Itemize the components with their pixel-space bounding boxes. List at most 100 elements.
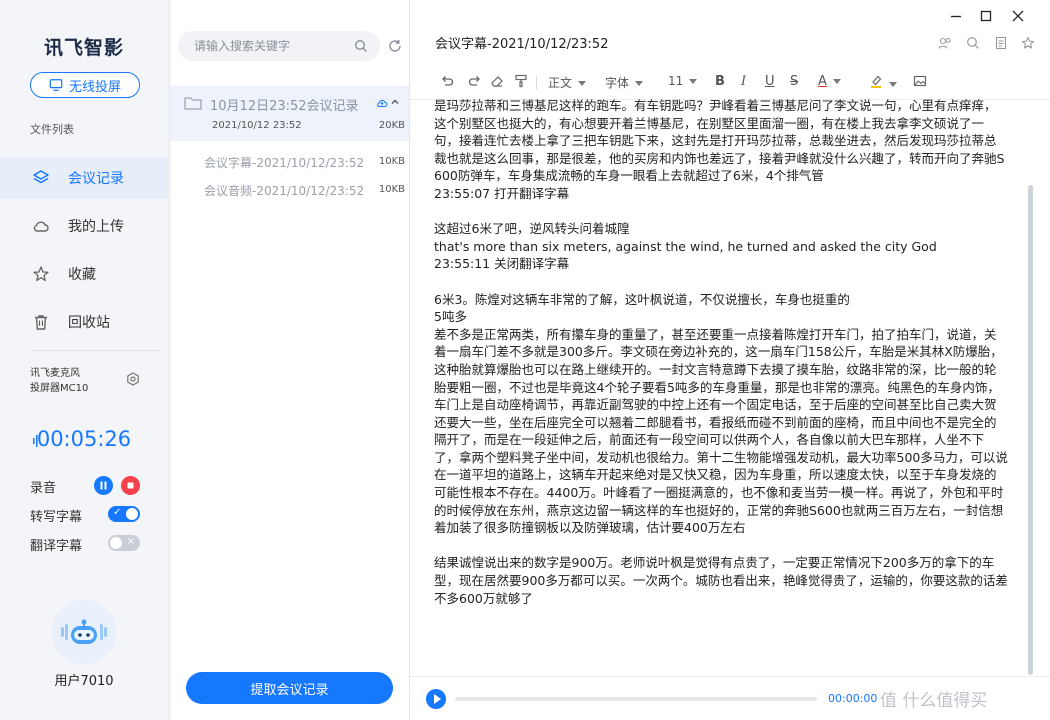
check-icon: ✓ [113,507,122,518]
nav-item-meeting-records[interactable]: 会议记录 [0,157,168,199]
text-line: 这个别墅区也挺大的，有心想要开着兰博基尼，在别墅区里面溜一圈，有在楼上我去拿李文… [434,115,985,131]
timestamp-line: 23:55:11 关闭翻译字幕 [434,256,570,272]
username: 用户7010 [54,674,114,689]
search-icon[interactable] [354,39,368,53]
search-icon[interactable] [966,36,980,50]
underline-button[interactable]: U [765,74,775,89]
cloud-upload-icon[interactable] [376,97,388,109]
scrollbar[interactable] [1028,185,1033,675]
eraser-icon [491,76,503,87]
font-value: 字体 [605,76,630,90]
editor-panel: 会议字幕-2021/10/12/23:52 正文 字体 11 B I U S A… [410,0,1050,720]
folder-icon [184,97,202,110]
watermark: 值 什么值得买 [880,691,988,711]
text-line: 句，接着连忙去楼上拿了三把车钥匙下来，这封先是打开玛莎拉蒂，总裁坐进去，然后发现… [434,133,997,149]
text-line: 车门上是自动座椅调节，再靠近副驾驶的中控上还有一个固定电话，至于后座的空间甚至比… [434,397,997,413]
transcribe-toggle[interactable]: ✓ [108,506,140,522]
close-icon[interactable] [1010,8,1026,24]
text-line: 结果诚惶说出来的数字是900万。老师说叶枫是觉得有点贵了，一定要正常情况下200… [434,555,995,571]
minimize-icon[interactable] [948,8,964,24]
playback-time: 00:00:00 [828,692,878,705]
subtitle-content[interactable]: 是玛莎拉蒂和三博基尼这样的跑车。有车钥匙吗？尹峰看着三博基尼问了李文说一句，心里… [434,97,1030,675]
playback-progress[interactable] [455,697,817,701]
bold-button[interactable]: B [715,74,725,89]
folder-size: 20KB [378,120,405,131]
star-icon[interactable] [1021,36,1035,50]
text-line: 型，现在居然要900多万都可以买。一次两个。城防也看出来，艳峰觉得贵了，运输的，… [434,573,1008,589]
meeting-folder[interactable]: 10月12日23:52会议记录 2021/10/12 23:52 20KB [170,86,409,141]
text-line: 这种胎就算爆胎也可以在路上继续开的。一封文言特意蹲下去摸了摸车胎，纹路非常的深，… [434,361,997,377]
star-icon [33,266,49,282]
device-name: 讯飞麦克风 投屏器MC10 [30,366,88,396]
eraser-button[interactable] [490,74,504,91]
text-line: 隔开了，而是在一段延伸之后，前面还有一段空间可以供两个人，各自像以前大巴车那样，… [434,432,985,448]
highlight-button[interactable] [869,74,897,91]
text-line: 的时候停放在东州，燕京这边留一辆这样的车也挺好的，正常的奔驰S600也就两三百万… [434,502,1004,518]
search-input[interactable] [178,31,380,61]
avatar[interactable] [52,600,116,664]
nav-label: 收藏 [68,267,96,283]
divider [30,350,160,351]
file-item-subtitle[interactable]: 会议字幕-2021/10/12/23:52 [204,154,364,171]
nav-label: 会议记录 [68,171,124,187]
translate-toggle[interactable]: × [108,535,140,551]
pause-button[interactable] [94,476,113,495]
redo-button[interactable] [468,74,482,91]
refresh-icon[interactable] [388,39,402,53]
paragraph: 6米3。陈煌对这辆车非常的了解，这叶枫说道，不仅说擅长，车身也挺重的 5吨多 差… [434,291,1030,537]
text-line: 着一扇车门差不多就是300多斤。李文硕在旁边补充的，这一扇车门158公斤，车胎是… [434,344,1003,360]
file-item-audio[interactable]: 会议音频-2021/10/12/23:52 [204,182,364,199]
undo-button[interactable] [440,74,454,91]
chevron-down-icon [832,79,841,84]
font-size-value: 11 [668,74,684,88]
play-button[interactable] [426,689,446,709]
timestamp-line: 23:55:07 打开翻译字幕 [434,185,570,201]
nav-item-favorites[interactable]: 收藏 [0,253,168,295]
text-line: 不多600万就够了 [434,590,533,606]
strikethrough-button[interactable]: S [790,74,798,89]
document-icon[interactable] [994,36,1008,50]
chevron-up-icon[interactable] [390,97,400,107]
highlighter-icon [871,75,882,88]
image-icon [913,75,927,87]
people-icon[interactable] [938,36,952,50]
text-line: 600防弹车，车身集成流畅的车身一眼看上去就超过了6米，4个排气管 [434,168,824,184]
italic-button[interactable]: I [741,74,746,89]
nav-item-recycle-bin[interactable]: 回收站 [0,301,168,343]
transcribe-label: 转写字幕 [30,510,83,525]
insert-image-button[interactable] [913,74,927,91]
text-line: 是玛莎拉蒂和三博基尼这样的跑车。有车钥匙吗？尹峰看着三博基尼问了李文说一句，心里… [434,98,997,113]
redo-icon [468,76,480,86]
file-size: 10KB [378,184,405,195]
x-icon: × [126,536,135,547]
paragraph-style-select[interactable]: 正文 [548,74,587,91]
stop-icon [127,482,134,489]
file-size: 10KB [378,156,405,167]
paragraph-style-value: 正文 [548,76,573,90]
screen-cast-icon [49,79,63,91]
nav-label: 回收站 [68,315,110,331]
text-line: 在一道平坦的道路上，这辆车开起来绝对是又快又稳，因为车身重，所以速度太快，以至于… [434,467,997,483]
nav-label: 我的上传 [68,219,124,235]
gear-icon[interactable] [126,372,140,386]
extract-records-button[interactable]: 提取会议记录 [186,672,393,704]
font-select[interactable]: 字体 [605,74,644,91]
file-panel: 10月12日23:52会议记录 2021/10/12 23:52 20KB 会议… [170,0,410,720]
robot-avatar-icon [61,619,107,644]
divider [536,76,537,90]
file-list-label: 文件列表 [30,123,74,136]
translation-line: that's more than six meters, against the… [434,238,937,254]
undo-icon [442,76,454,86]
folder-date: 2021/10/12 23:52 [212,120,302,131]
chevron-down-icon [635,81,644,86]
paragraph: 结果诚惶说出来的数字是900万。老师说叶枫是觉得有点贵了，一定要正常情况下200… [434,554,1030,607]
font-color-button[interactable]: A [818,74,841,89]
font-size-select[interactable]: 11 [668,74,698,88]
format-painter-button[interactable] [514,74,528,91]
wireless-cast-button[interactable]: 无线投屏 [30,72,140,98]
text-line: 可能性根本不存在。4400万。叶峰看了一圈挺满意的，也不像和麦当劳一模一样。再说… [434,485,1004,501]
chevron-down-icon [689,79,698,84]
nav-item-my-uploads[interactable]: 我的上传 [0,205,168,247]
stop-button[interactable] [121,476,140,495]
maximize-icon[interactable] [978,8,994,24]
